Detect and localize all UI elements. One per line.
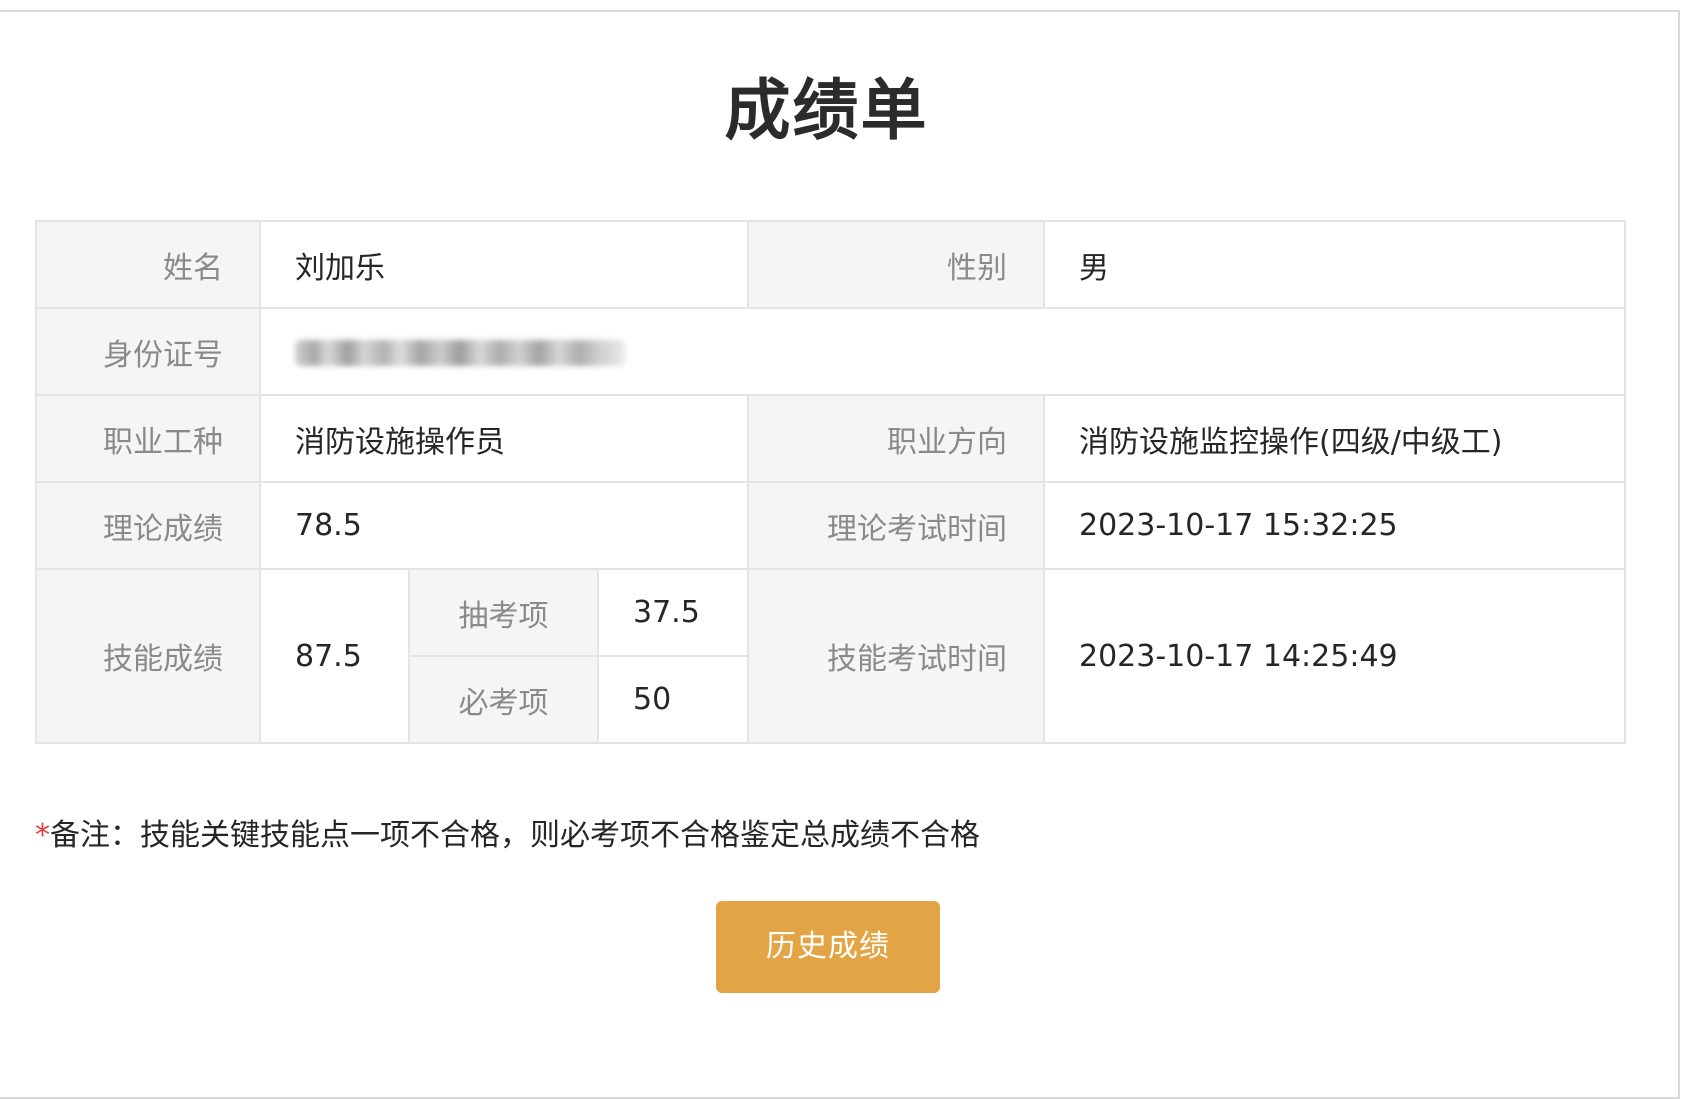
remark-text: 备注：技能关键技能点一项不合格，则必考项不合格鉴定总成绩不合格 — [50, 818, 980, 853]
history-scores-button[interactable]: 历史成绩 — [716, 901, 940, 993]
page-title: 成绩单 — [724, 72, 929, 149]
skill-score-value: 87.5 — [259, 568, 410, 744]
remark-note: *备注：技能关键技能点一项不合格，则必考项不合格鉴定总成绩不合格 — [35, 816, 980, 856]
required-item-label: 必考项 — [408, 655, 599, 744]
required-star: * — [35, 818, 50, 853]
table-row-name: 姓名 刘加乐 性别 男 — [35, 220, 1626, 309]
theory-time-label: 理论考试时间 — [747, 481, 1045, 570]
name-value: 刘加乐 — [259, 220, 749, 309]
table-row-occupation: 职业工种 消防设施操作员 职业方向 消防设施监控操作(四级/中级工) — [35, 394, 1626, 483]
direction-value: 消防设施监控操作(四级/中级工) — [1043, 394, 1626, 483]
occupation-label: 职业工种 — [35, 394, 261, 483]
table-row-skill-random: 技能成绩 87.5 抽考项 37.5 技能考试时间 2023-10-17 14:… — [35, 568, 1626, 744]
score-table: 姓名 刘加乐 性别 男 身份证号 职业工种 消防设施操作员 职业方向 消防设施监… — [35, 220, 1626, 744]
theory-score-value: 78.5 — [259, 481, 749, 570]
theory-time-value: 2023-10-17 15:32:25 — [1043, 481, 1626, 570]
random-item-value: 37.5 — [597, 568, 749, 657]
gender-value: 男 — [1043, 220, 1626, 309]
skill-score-label: 技能成绩 — [35, 568, 261, 744]
required-item-value: 50 — [597, 655, 749, 744]
skill-time-value: 2023-10-17 14:25:49 — [1043, 568, 1626, 744]
table-row-id: 身份证号 — [35, 307, 1626, 396]
name-label: 姓名 — [35, 220, 261, 309]
random-item-label: 抽考项 — [408, 568, 599, 657]
id-number-redacted — [295, 339, 625, 366]
table-row-theory: 理论成绩 78.5 理论考试时间 2023-10-17 15:32:25 — [35, 481, 1626, 570]
skill-time-label: 技能考试时间 — [747, 568, 1045, 744]
id-number-label: 身份证号 — [35, 307, 261, 396]
id-number-value — [259, 307, 1626, 396]
gender-label: 性别 — [747, 220, 1045, 309]
theory-score-label: 理论成绩 — [35, 481, 261, 570]
occupation-value: 消防设施操作员 — [259, 394, 749, 483]
direction-label: 职业方向 — [747, 394, 1045, 483]
